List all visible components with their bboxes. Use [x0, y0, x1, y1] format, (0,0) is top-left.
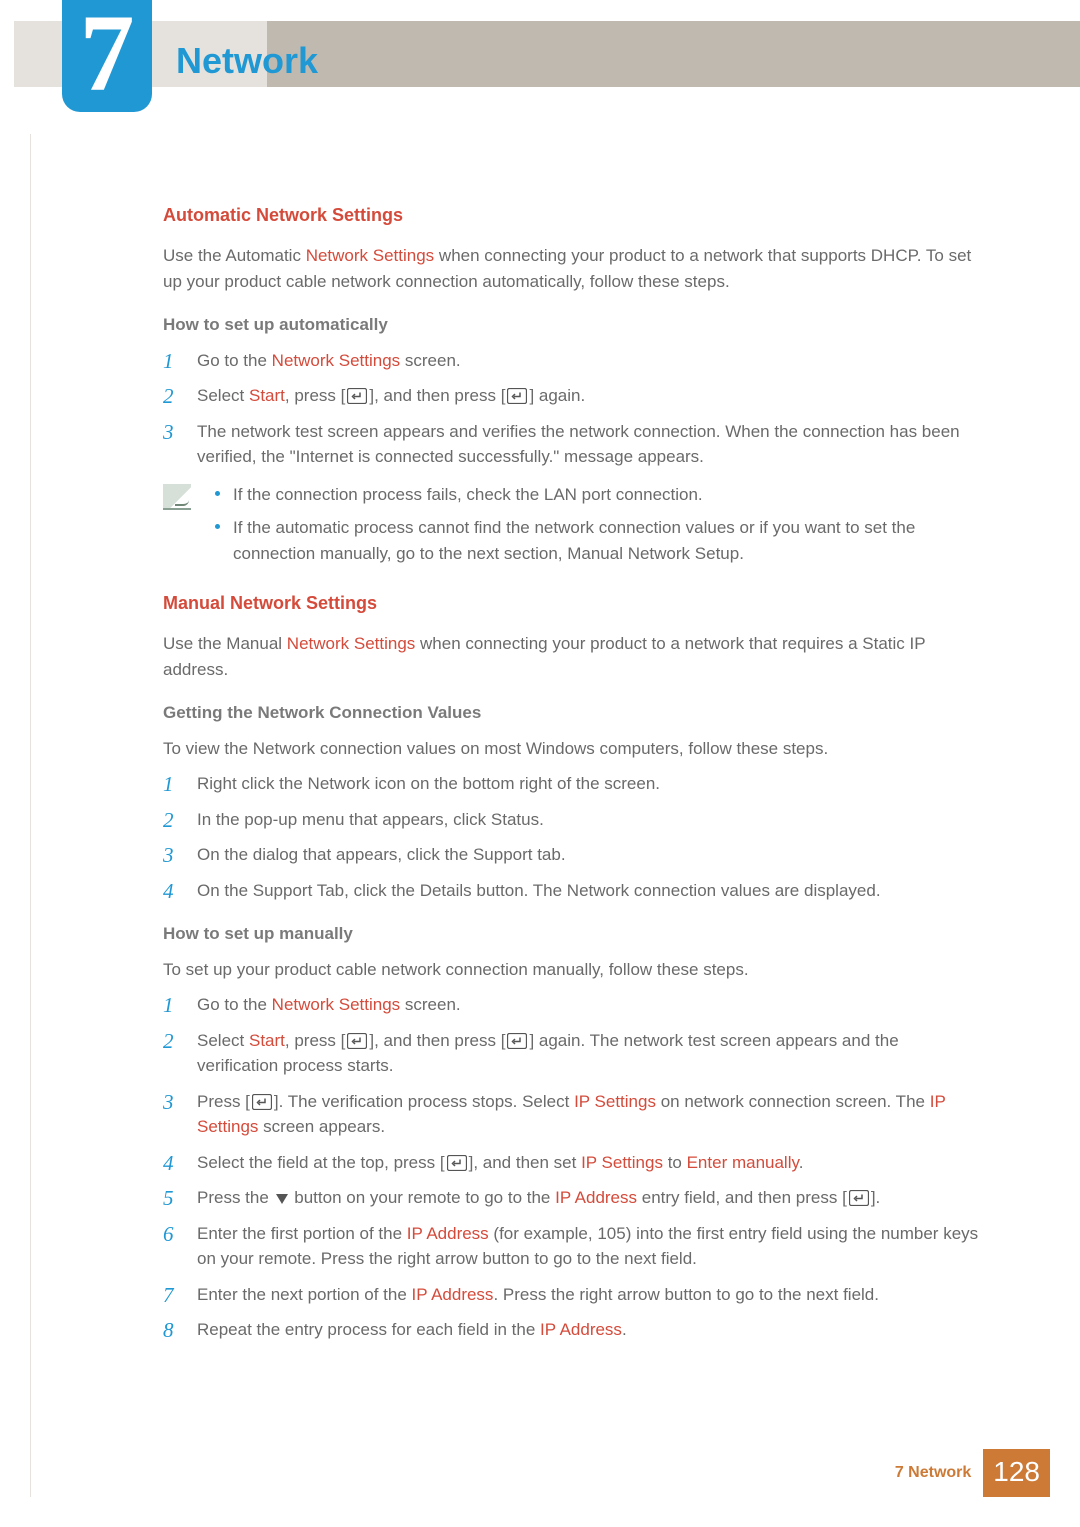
text: to	[663, 1153, 687, 1172]
heading-manual-network: Manual Network Settings	[163, 590, 983, 617]
list-item: In the pop-up menu that appears, click S…	[163, 807, 983, 833]
text: ] again.	[529, 386, 585, 405]
text: Select	[197, 386, 249, 405]
enter-icon	[505, 1033, 529, 1049]
list-item: Select Start, press [ ], and then press […	[163, 1028, 983, 1079]
keyword-network-settings: Network Settings	[306, 246, 435, 265]
enter-icon	[505, 388, 529, 404]
text: Select	[197, 1031, 249, 1050]
text: screen.	[400, 351, 460, 370]
text: . Press the right arrow button to go to …	[493, 1285, 879, 1304]
list-item: If the automatic process cannot find the…	[207, 515, 983, 566]
text: Repeat the entry process for each field …	[197, 1320, 540, 1339]
chapter-number-tab: 7	[62, 0, 152, 112]
heading-manual-setup: How to set up manually	[163, 921, 983, 947]
manual-intro: Use the Manual Network Settings when con…	[163, 631, 983, 682]
text: button on your remote to go to the	[290, 1188, 556, 1207]
enter-icon	[847, 1190, 871, 1206]
heading-auto-setup: How to set up automatically	[163, 312, 983, 338]
enter-icon	[445, 1155, 469, 1171]
page-number-badge: 128	[983, 1449, 1050, 1497]
page-footer: 7 Network 128	[895, 1449, 1050, 1497]
auto-steps: Go to the Network Settings screen. Selec…	[163, 348, 983, 470]
text: ], and then set	[469, 1153, 581, 1172]
manual-setup-intro: To set up your product cable network con…	[163, 957, 983, 983]
text: Go to the	[197, 995, 272, 1014]
chapter-title: Network	[176, 34, 318, 88]
list-item: The network test screen appears and veri…	[163, 419, 983, 470]
text: , press [	[285, 1031, 345, 1050]
keyword-ip-settings: IP Settings	[574, 1092, 656, 1111]
text: Press [	[197, 1092, 250, 1111]
text: screen.	[400, 995, 460, 1014]
list-item: Select Start, press [ ], and then press […	[163, 383, 983, 409]
text: Use the Automatic	[163, 246, 306, 265]
list-item: Repeat the entry process for each field …	[163, 1317, 983, 1343]
keyword-ip-address: IP Address	[540, 1320, 622, 1339]
text: Select the field at the top, press [	[197, 1153, 445, 1172]
manual-steps: Go to the Network Settings screen. Selec…	[163, 992, 983, 1343]
list-item: Press the button on your remote to go to…	[163, 1185, 983, 1211]
down-arrow-icon	[276, 1194, 288, 1204]
text: ]. The verification process stops. Selec…	[274, 1092, 574, 1111]
text: ].	[871, 1188, 880, 1207]
enter-icon	[345, 388, 369, 404]
page-content: Automatic Network Settings Use the Autom…	[163, 186, 983, 1355]
keyword-network-settings: Network Settings	[272, 995, 401, 1014]
text: Go to the	[197, 351, 272, 370]
keyword-ip-address: IP Address	[412, 1285, 494, 1304]
list-item: Press [ ]. The verification process stops…	[163, 1089, 983, 1140]
heading-auto-network: Automatic Network Settings	[163, 202, 983, 229]
keyword-enter-manually: Enter manually	[687, 1153, 799, 1172]
header-bar	[14, 21, 1080, 87]
enter-icon	[345, 1033, 369, 1049]
keyword-ip-address: IP Address	[407, 1224, 489, 1243]
text: ], and then press [	[369, 386, 505, 405]
keyword-ip-address: IP Address	[555, 1188, 637, 1207]
text: on network connection screen. The	[656, 1092, 930, 1111]
keyword-network-settings: Network Settings	[287, 634, 416, 653]
text: Enter the next portion of the	[197, 1285, 412, 1304]
heading-connection-values: Getting the Network Connection Values	[163, 700, 983, 726]
enter-icon	[250, 1094, 274, 1110]
list-item: Go to the Network Settings screen.	[163, 992, 983, 1018]
text: Use the Manual	[163, 634, 287, 653]
text: ], and then press [	[369, 1031, 505, 1050]
note-list: If the connection process fails, check t…	[207, 482, 983, 575]
text: .	[799, 1153, 804, 1172]
values-intro: To view the Network connection values on…	[163, 736, 983, 762]
list-item: Right click the Network icon on the bott…	[163, 771, 983, 797]
keyword-start: Start	[249, 386, 285, 405]
note-block: If the connection process fails, check t…	[163, 482, 983, 575]
text: .	[622, 1320, 627, 1339]
keyword-network-settings: Network Settings	[272, 351, 401, 370]
list-item: If the connection process fails, check t…	[207, 482, 983, 508]
left-margin-rule	[30, 134, 31, 1497]
list-item: Go to the Network Settings screen.	[163, 348, 983, 374]
list-item: Enter the first portion of the IP Addres…	[163, 1221, 983, 1272]
values-steps: Right click the Network icon on the bott…	[163, 771, 983, 903]
list-item: Select the field at the top, press [ ], a…	[163, 1150, 983, 1176]
list-item: Enter the next portion of the IP Address…	[163, 1282, 983, 1308]
text: , press [	[285, 386, 345, 405]
keyword-start: Start	[249, 1031, 285, 1050]
text: entry field, and then press [	[637, 1188, 847, 1207]
auto-intro: Use the Automatic Network Settings when …	[163, 243, 983, 294]
note-icon	[163, 482, 207, 575]
keyword-ip-settings: IP Settings	[581, 1153, 663, 1172]
list-item: On the Support Tab, click the Details bu…	[163, 878, 983, 904]
text: screen appears.	[258, 1117, 385, 1136]
text: Enter the first portion of the	[197, 1224, 407, 1243]
footer-chapter-label: 7 Network	[895, 1461, 971, 1485]
list-item: On the dialog that appears, click the Su…	[163, 842, 983, 868]
text: Press the	[197, 1188, 274, 1207]
